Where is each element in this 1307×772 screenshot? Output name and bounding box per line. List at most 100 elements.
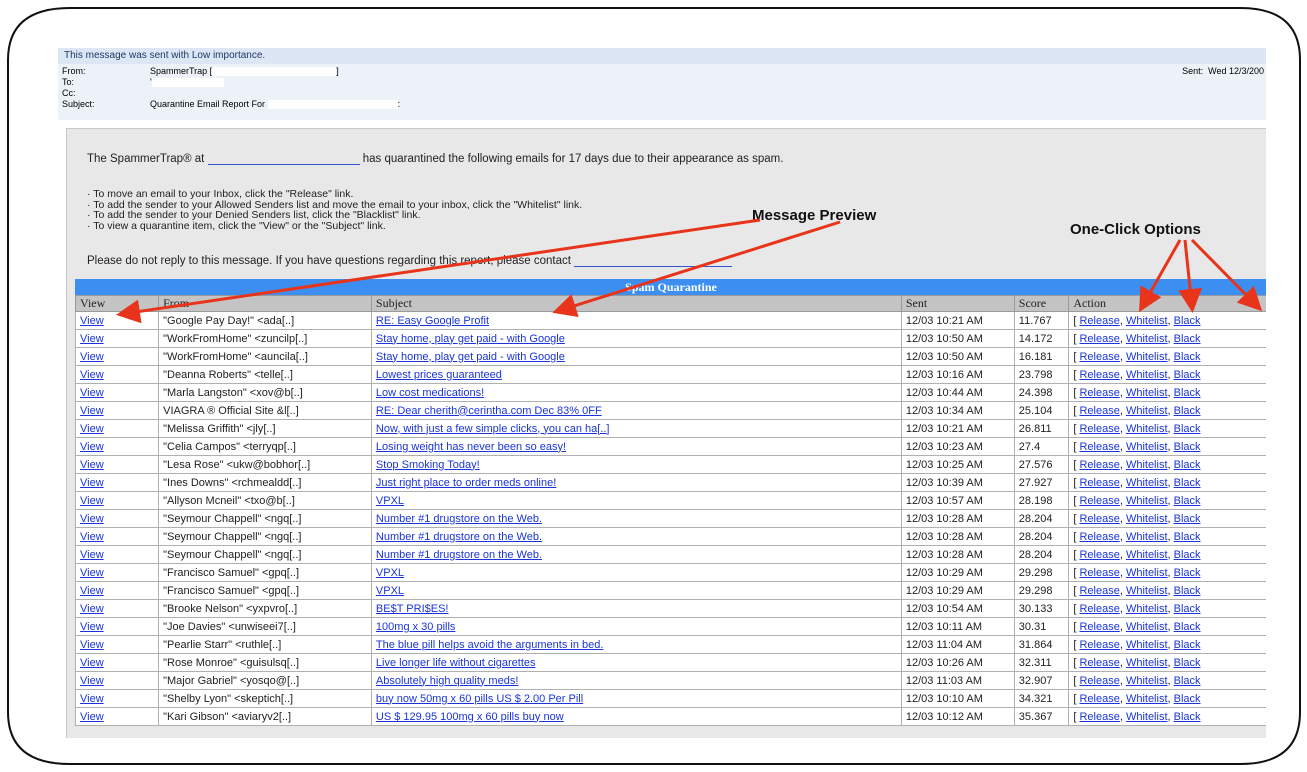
blacklist-link[interactable]: Black (1174, 333, 1201, 345)
release-link[interactable]: Release (1079, 711, 1119, 723)
view-link[interactable]: View (80, 351, 104, 363)
blacklist-link[interactable]: Black (1174, 711, 1201, 723)
whitelist-link[interactable]: Whitelist (1126, 387, 1168, 399)
blacklist-link[interactable]: Black (1174, 675, 1201, 687)
release-link[interactable]: Release (1079, 657, 1119, 669)
subject-link[interactable]: US $ 129.95 100mg x 60 pills buy now (376, 711, 564, 723)
view-link[interactable]: View (80, 693, 104, 705)
release-link[interactable]: Release (1079, 549, 1119, 561)
release-link[interactable]: Release (1079, 369, 1119, 381)
subject-link[interactable]: Losing weight has never been so easy! (376, 441, 566, 453)
view-link[interactable]: View (80, 423, 104, 435)
subject-link[interactable]: Number #1 drugstore on the Web. (376, 513, 542, 525)
whitelist-link[interactable]: Whitelist (1126, 639, 1168, 651)
whitelist-link[interactable]: Whitelist (1126, 333, 1168, 345)
release-link[interactable]: Release (1079, 639, 1119, 651)
release-link[interactable]: Release (1079, 585, 1119, 597)
blacklist-link[interactable]: Black (1174, 513, 1201, 525)
view-link[interactable]: View (80, 405, 104, 417)
view-link[interactable]: View (80, 567, 104, 579)
view-link[interactable]: View (80, 585, 104, 597)
release-link[interactable]: Release (1079, 513, 1119, 525)
whitelist-link[interactable]: Whitelist (1126, 459, 1168, 471)
whitelist-link[interactable]: Whitelist (1126, 513, 1168, 525)
subject-link[interactable]: buy now 50mg x 60 pills US $ 2.00 Per Pi… (376, 693, 583, 705)
release-link[interactable]: Release (1079, 315, 1119, 327)
release-link[interactable]: Release (1079, 423, 1119, 435)
whitelist-link[interactable]: Whitelist (1126, 621, 1168, 633)
view-link[interactable]: View (80, 459, 104, 471)
whitelist-link[interactable]: Whitelist (1126, 477, 1168, 489)
blacklist-link[interactable]: Black (1174, 621, 1201, 633)
blacklist-link[interactable]: Black (1174, 549, 1201, 561)
whitelist-link[interactable]: Whitelist (1126, 441, 1168, 453)
blacklist-link[interactable]: Black (1174, 495, 1201, 507)
blacklist-link[interactable]: Black (1174, 477, 1201, 489)
release-link[interactable]: Release (1079, 477, 1119, 489)
whitelist-link[interactable]: Whitelist (1126, 423, 1168, 435)
whitelist-link[interactable]: Whitelist (1126, 603, 1168, 615)
subject-link[interactable]: BE$T PRI$ES! (376, 603, 449, 615)
subject-link[interactable]: Now, with just a few simple clicks, you … (376, 423, 610, 435)
subject-link[interactable]: VPXL (376, 567, 404, 579)
blacklist-link[interactable]: Black (1174, 693, 1201, 705)
blacklist-link[interactable]: Black (1174, 387, 1201, 399)
blacklist-link[interactable]: Black (1174, 351, 1201, 363)
blacklist-link[interactable]: Black (1174, 657, 1201, 669)
subject-link[interactable]: Lowest prices guaranteed (376, 369, 502, 381)
subject-link[interactable]: VPXL (376, 495, 404, 507)
view-link[interactable]: View (80, 333, 104, 345)
subject-link[interactable]: Live longer life without cigarettes (376, 657, 536, 669)
view-link[interactable]: View (80, 621, 104, 633)
whitelist-link[interactable]: Whitelist (1126, 711, 1168, 723)
subject-link[interactable]: The blue pill helps avoid the arguments … (376, 639, 603, 651)
contact-link[interactable] (574, 255, 733, 267)
subject-link[interactable]: Just right place to order meds online! (376, 477, 556, 489)
view-link[interactable]: View (80, 603, 104, 615)
release-link[interactable]: Release (1079, 621, 1119, 633)
release-link[interactable]: Release (1079, 603, 1119, 615)
release-link[interactable]: Release (1079, 351, 1119, 363)
blacklist-link[interactable]: Black (1174, 423, 1201, 435)
view-link[interactable]: View (80, 549, 104, 561)
blacklist-link[interactable]: Black (1174, 585, 1201, 597)
view-link[interactable]: View (80, 477, 104, 489)
view-link[interactable]: View (80, 441, 104, 453)
blacklist-link[interactable]: Black (1174, 405, 1201, 417)
subject-link[interactable]: Low cost medications! (376, 387, 484, 399)
blacklist-link[interactable]: Black (1174, 369, 1201, 381)
blacklist-link[interactable]: Black (1174, 459, 1201, 471)
whitelist-link[interactable]: Whitelist (1126, 315, 1168, 327)
blacklist-link[interactable]: Black (1174, 603, 1201, 615)
view-link[interactable]: View (80, 531, 104, 543)
whitelist-link[interactable]: Whitelist (1126, 657, 1168, 669)
blacklist-link[interactable]: Black (1174, 531, 1201, 543)
subject-link[interactable]: Stay home, play get paid - with Google (376, 333, 565, 345)
view-link[interactable]: View (80, 369, 104, 381)
release-link[interactable]: Release (1079, 387, 1119, 399)
view-link[interactable]: View (80, 657, 104, 669)
blacklist-link[interactable]: Black (1174, 639, 1201, 651)
subject-link[interactable]: VPXL (376, 585, 404, 597)
view-link[interactable]: View (80, 315, 104, 327)
subject-link[interactable]: RE: Easy Google Profit (376, 315, 489, 327)
whitelist-link[interactable]: Whitelist (1126, 369, 1168, 381)
whitelist-link[interactable]: Whitelist (1126, 567, 1168, 579)
whitelist-link[interactable]: Whitelist (1126, 405, 1168, 417)
view-link[interactable]: View (80, 675, 104, 687)
whitelist-link[interactable]: Whitelist (1126, 495, 1168, 507)
subject-link[interactable]: Number #1 drugstore on the Web. (376, 531, 542, 543)
whitelist-link[interactable]: Whitelist (1126, 549, 1168, 561)
subject-link[interactable]: Stop Smoking Today! (376, 459, 480, 471)
release-link[interactable]: Release (1079, 693, 1119, 705)
subject-link[interactable]: Stay home, play get paid - with Google (376, 351, 565, 363)
release-link[interactable]: Release (1079, 405, 1119, 417)
whitelist-link[interactable]: Whitelist (1126, 351, 1168, 363)
blacklist-link[interactable]: Black (1174, 567, 1201, 579)
whitelist-link[interactable]: Whitelist (1126, 675, 1168, 687)
view-link[interactable]: View (80, 711, 104, 723)
whitelist-link[interactable]: Whitelist (1126, 585, 1168, 597)
release-link[interactable]: Release (1079, 675, 1119, 687)
release-link[interactable]: Release (1079, 567, 1119, 579)
whitelist-link[interactable]: Whitelist (1126, 531, 1168, 543)
